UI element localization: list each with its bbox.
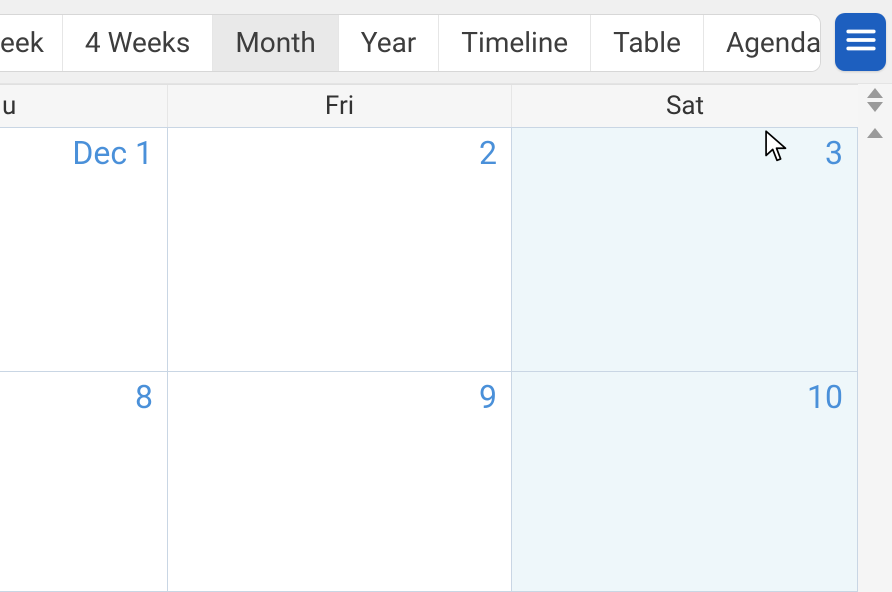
day-cell[interactable]: Dec 1 [0, 128, 168, 372]
date-label[interactable]: 2 [479, 134, 497, 172]
day-cell[interactable]: 2 [168, 128, 512, 372]
vertical-scrollbar[interactable] [858, 84, 892, 592]
scroll-up-icon[interactable] [867, 88, 883, 98]
date-label[interactable]: Dec 1 [72, 134, 153, 172]
dow-header-fri: Fri [168, 85, 512, 127]
week-row: Dec 1 2 3 [0, 128, 858, 372]
day-cell[interactable]: 10 [512, 372, 858, 592]
week-row: 8 9 10 [0, 372, 858, 592]
view-tab-group: eek 4 Weeks Month Year Timeline Table Ag… [0, 14, 821, 72]
date-label[interactable]: 8 [135, 378, 153, 416]
hamburger-icon [844, 23, 878, 61]
tab-week[interactable]: eek [0, 15, 63, 71]
calendar-view-toolbar: eek 4 Weeks Month Year Timeline Table Ag… [0, 0, 892, 84]
tab-timeline[interactable]: Timeline [439, 15, 591, 71]
tab-table[interactable]: Table [591, 15, 704, 71]
tab-agenda[interactable]: Agenda [704, 15, 821, 71]
scroll-down-icon[interactable] [867, 102, 883, 112]
menu-button[interactable] [835, 13, 886, 71]
dow-header-row: u Fri Sat [0, 84, 858, 128]
tab-month[interactable]: Month [213, 15, 338, 71]
dow-header-thu: u [0, 85, 168, 127]
day-cell[interactable]: 3 [512, 128, 858, 372]
day-cell[interactable]: 9 [168, 372, 512, 592]
tab-4weeks[interactable]: 4 Weeks [63, 15, 213, 71]
tab-year[interactable]: Year [339, 15, 440, 71]
month-grid: Dec 1 2 3 8 9 10 [0, 128, 858, 592]
date-label[interactable]: 9 [479, 378, 497, 416]
dow-header-sat: Sat [512, 85, 858, 127]
date-label[interactable]: 3 [825, 134, 843, 172]
scroll-up2-icon[interactable] [867, 128, 883, 138]
day-cell[interactable]: 8 [0, 372, 168, 592]
date-label[interactable]: 10 [807, 378, 843, 416]
